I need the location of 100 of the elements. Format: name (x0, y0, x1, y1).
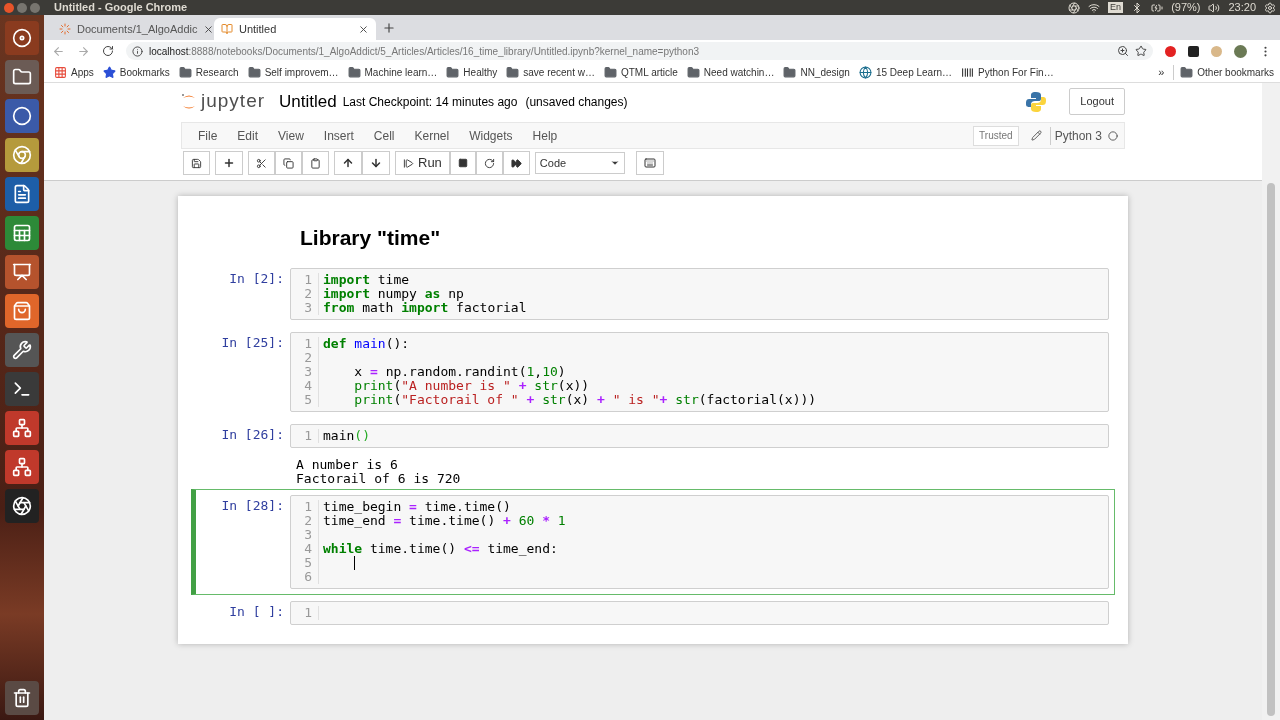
spreadsheet-icon[interactable] (5, 216, 39, 250)
bookmark[interactable]: Healthy (446, 64, 498, 80)
cell-prompt: In [28]: (221, 498, 284, 515)
bookmark[interactable]: Other bookmarks (1173, 64, 1274, 80)
clock[interactable]: 23:20 (1228, 0, 1256, 16)
paste-button[interactable] (302, 151, 329, 175)
notebook-cell[interactable]: In [28]: 1 2 3 4 5 6 time_begin = time.time() time_end = time.time() + 60 * 1 while time.time() <= time_end: (191, 488, 1115, 595)
shopping-bag-icon[interactable] (5, 294, 39, 328)
bookmark[interactable]: NN_design (783, 64, 850, 80)
terminal-icon[interactable] (5, 372, 39, 406)
wifi-icon[interactable] (1088, 1, 1101, 14)
edit-icon[interactable] (1030, 130, 1042, 141)
notebook-cell[interactable]: In [25]: 1 2 3 4 5 def main(): x = np.random.randint(1,10) print("A number is " + str(x)) print("Factorail of " + str(x) + " is "+ str(factorial(x))) (191, 325, 1115, 418)
globe-icon (858, 65, 872, 79)
folder-icon (603, 65, 617, 79)
trash-icon[interactable] (5, 681, 39, 715)
zoom-icon[interactable] (1117, 45, 1129, 57)
stop-button[interactable] (449, 151, 476, 175)
code-line: print("A number is " + str(x)) (353, 378, 590, 393)
cut-button[interactable] (248, 151, 275, 175)
document-icon[interactable] (5, 177, 39, 211)
code-editor[interactable]: 1 2 3 import time import numpy as np from math import factorial (290, 267, 1109, 320)
code-editor[interactable]: 1 main() (290, 423, 1109, 448)
close-icon[interactable] (203, 23, 215, 35)
aperture-icon[interactable] (5, 489, 39, 523)
keyboard-shortcuts-button[interactable] (635, 151, 664, 175)
bookmark[interactable]: 15 Deep Learn… (858, 64, 953, 80)
code-line: import time (323, 272, 410, 287)
trusted-badge[interactable]: Trusted (973, 125, 1019, 146)
copy-button[interactable] (275, 151, 302, 175)
keyboard-layout[interactable]: En (1108, 2, 1124, 13)
code-editor[interactable]: 1 2 3 4 5 def main(): x = np.random.randint(1,10) print("A number is " + str(x)) print("Factorail of " + str(x) + " is "+ str(factorial(x))) (290, 331, 1109, 412)
volume-icon[interactable] (1208, 1, 1221, 14)
battery-percent[interactable]: (97%) (1171, 0, 1201, 16)
bookmark[interactable]: Bookmarks (102, 64, 170, 80)
folder-icon (1180, 65, 1194, 79)
extension-icon[interactable] (1188, 45, 1199, 57)
bookmark[interactable]: Python For Fin… (961, 64, 1054, 80)
battery-icon[interactable] (1151, 1, 1164, 14)
presentation-icon[interactable] (5, 255, 39, 289)
notebook-name[interactable]: Untitled (279, 88, 337, 115)
url-field[interactable]: localhost:8888/notebooks/Documents/1_AlgoAddict/5_Articles/Articles/16_time_library/Untitled.ipynb?kernel_name=python3 (126, 42, 1153, 60)
more-bookmarks[interactable]: » (1158, 63, 1165, 81)
new-tab-icon[interactable] (382, 21, 396, 35)
window-title: Untitled - Google Chrome (54, 0, 188, 16)
bookmark[interactable]: QTML article (603, 64, 678, 80)
bookmark[interactable]: Self improvem… (247, 64, 339, 80)
run-button[interactable]: Run (395, 151, 450, 175)
bookmark[interactable]: Research (178, 64, 239, 80)
plus-icon (223, 157, 235, 169)
aperture-icon[interactable] (1068, 1, 1081, 14)
menu-item[interactable]: File (188, 126, 228, 145)
logout-button[interactable]: Logout (1069, 88, 1125, 115)
move-up-button[interactable] (334, 151, 362, 175)
save-icon (191, 157, 202, 169)
markdown-heading: Library "time" (300, 225, 441, 251)
menu-item[interactable]: Widgets (459, 126, 523, 145)
settings-icon[interactable] (1264, 1, 1276, 14)
code-editor[interactable]: 1 2 3 4 5 6 time_begin = time.time() time_end = time.time() + 60 * 1 while time.time() <= time_end: (290, 494, 1109, 589)
bookmark[interactable]: Apps (54, 64, 94, 80)
browser-tab[interactable]: Untitled (214, 18, 376, 40)
unsaved-status: (unsaved changes) (525, 93, 628, 111)
line-number: 2 (304, 513, 312, 528)
code-line: time_end = time.time() + 60 * 1 (323, 513, 566, 528)
line-number: 1 (304, 272, 312, 287)
menu-item[interactable]: Help (522, 126, 568, 145)
minimize-icon[interactable] (17, 2, 27, 13)
bookmark[interactable]: save recent w… (506, 64, 595, 80)
wrench-gear-icon[interactable] (5, 333, 39, 367)
scissors-icon (256, 157, 267, 169)
line-number: 1 (304, 428, 312, 443)
restart-button[interactable] (475, 151, 503, 175)
add-cell-button[interactable] (215, 151, 243, 175)
text-cursor (354, 555, 355, 570)
reload-icon[interactable] (102, 45, 114, 57)
copy-icon (283, 157, 294, 169)
menu-item[interactable]: View (268, 126, 314, 145)
menu-item[interactable]: Insert (313, 126, 364, 145)
bookmark[interactable]: Machine learn… (347, 64, 438, 80)
profile-avatar[interactable] (1234, 44, 1247, 58)
notebook-cell[interactable]: In [26]: 1 main() (191, 417, 1115, 454)
notebook-cell[interactable]: In [2]: 1 2 3 import time import numpy as np from math import factorial (191, 261, 1115, 326)
scrollbar[interactable] (1262, 83, 1280, 720)
close-icon[interactable] (358, 23, 369, 35)
kernel-name: Python 3 (1049, 126, 1102, 145)
cell-type-select[interactable]: Code (534, 152, 625, 174)
line-number: 6 (304, 569, 312, 584)
save-button[interactable] (183, 151, 210, 175)
step-forward-icon (403, 157, 414, 169)
menu-item[interactable]: Edit (227, 126, 269, 145)
bookmark[interactable]: Need watchin… (686, 64, 775, 80)
menu-item[interactable]: Cell (363, 126, 405, 145)
star-icon[interactable] (1135, 45, 1147, 57)
menu-item[interactable]: Kernel (404, 126, 460, 145)
notebook-cell[interactable]: In [ ]: 1 (191, 594, 1115, 631)
move-down-button[interactable] (362, 151, 390, 175)
restart-run-all-button[interactable] (502, 151, 530, 175)
info-icon (132, 45, 143, 57)
line-number: 4 (304, 378, 312, 393)
maximize-icon[interactable] (30, 2, 40, 13)
